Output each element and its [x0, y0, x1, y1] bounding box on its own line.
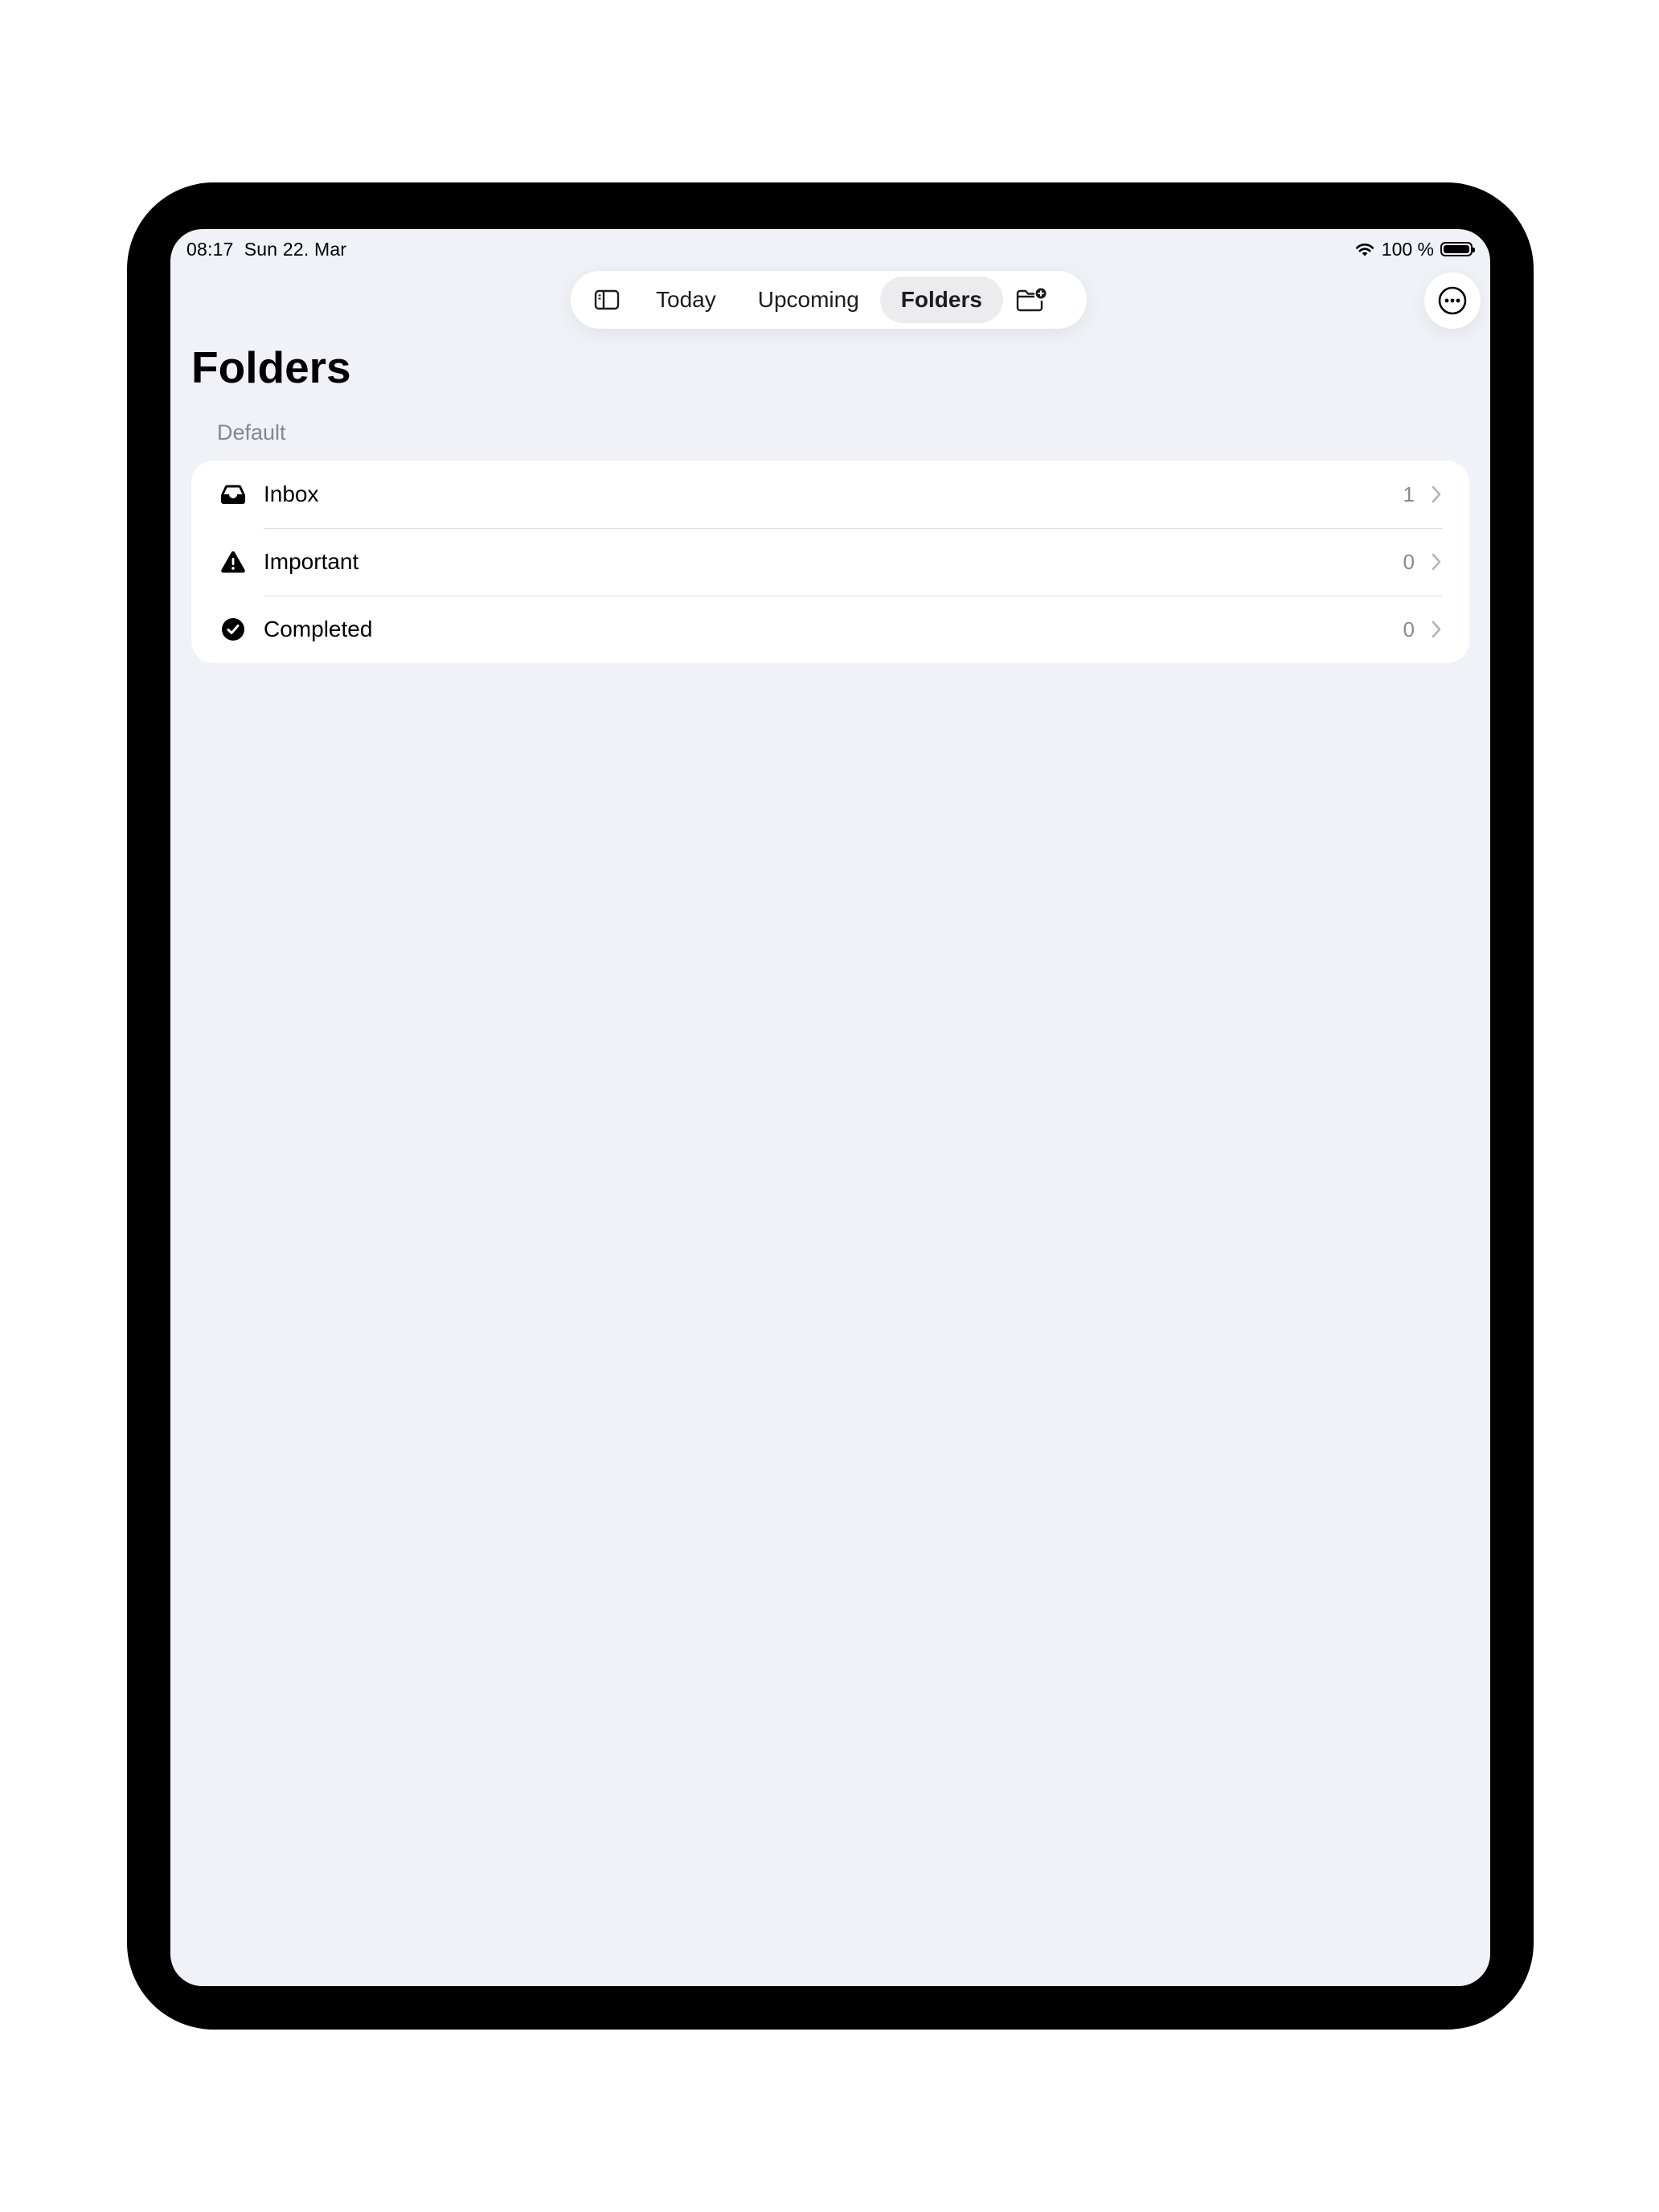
sidebar-toggle-button[interactable] [579, 277, 635, 322]
top-navigation-bar: Today Upcoming Folders [571, 271, 1087, 329]
tab-today[interactable]: Today [635, 276, 737, 323]
folder-count: 0 [1403, 549, 1415, 574]
status-date: Sun 22. Mar [244, 239, 347, 260]
chevron-right-icon [1432, 485, 1441, 503]
inbox-tray-icon [221, 485, 245, 504]
warning-triangle-icon [221, 551, 245, 573]
status-bar-time: 08:17 Sun 22. Mar [186, 239, 346, 260]
chevron-right-icon [1432, 553, 1441, 571]
tab-upcoming[interactable]: Upcoming [737, 276, 880, 323]
ellipsis-circle-icon [1438, 286, 1467, 315]
folder-count: 1 [1403, 481, 1415, 506]
status-time: 08:17 [186, 239, 234, 260]
folder-label: Inbox [264, 481, 319, 506]
more-options-button[interactable] [1424, 272, 1481, 329]
folder-count: 0 [1403, 616, 1415, 641]
folder-list: Inbox 1 Important 0 Completed 0 [191, 461, 1469, 663]
folder-row-completed[interactable]: Completed 0 [191, 596, 1469, 663]
new-folder-button[interactable] [1003, 277, 1059, 322]
folder-row-inbox[interactable]: Inbox 1 [191, 461, 1469, 528]
wifi-icon [1355, 244, 1374, 256]
checkmark-circle-icon [222, 618, 244, 641]
section-header-default: Default [217, 420, 286, 444]
battery-icon [1440, 242, 1475, 256]
folder-row-important[interactable]: Important 0 [191, 528, 1469, 596]
status-bar-right: 100 % [1354, 237, 1475, 261]
folder-badge-plus-icon [1016, 288, 1047, 312]
battery-level [1444, 245, 1469, 253]
battery-percentage: 100 % [1381, 238, 1434, 260]
chevron-right-icon [1432, 621, 1441, 638]
sidebar-toggle-icon [594, 289, 620, 310]
folder-label: Important [264, 549, 359, 574]
folder-label: Completed [264, 616, 373, 641]
app-screen: 08:17 Sun 22. Mar 100 % Today Upcoming F… [170, 229, 1490, 1986]
page-title: Folders [191, 342, 351, 392]
tab-folders[interactable]: Folders [879, 276, 1003, 323]
